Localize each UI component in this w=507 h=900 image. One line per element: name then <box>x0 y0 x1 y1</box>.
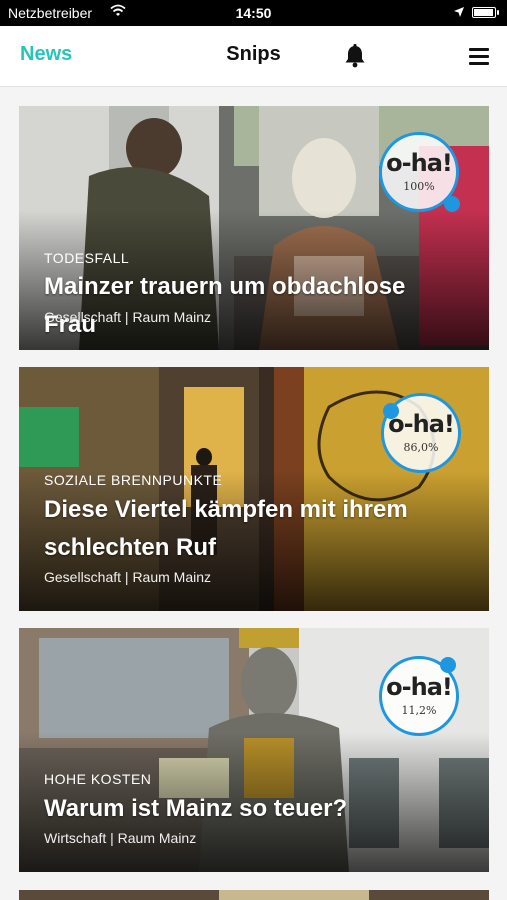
article-category: Gesellschaft | Raum Mainz <box>44 309 212 325</box>
article-title: Warum ist Mainz so teuer? <box>44 795 348 822</box>
rating-indicator-dot <box>444 196 460 212</box>
nav-bar: News Snips <box>0 26 507 87</box>
rating-indicator-dot <box>383 403 399 419</box>
battery-icon <box>472 7 499 18</box>
oha-rating-badge[interactable]: o-ha! 11,2% <box>379 656 459 736</box>
article-kicker: HOHE KOSTEN <box>44 771 152 787</box>
article-kicker: TODESFALL <box>44 250 130 266</box>
article-title: Diese Viertel kämpfen mit ihrem schlecht… <box>44 496 408 561</box>
menu-icon[interactable] <box>469 48 489 65</box>
status-bar: Netzbetreiber 14:50 <box>0 0 507 26</box>
oha-label: o-ha! <box>386 673 453 701</box>
rating-indicator-dot <box>440 657 456 673</box>
article-card[interactable]: HOHE KOSTEN Warum ist Mainz so teuer? Wi… <box>19 628 489 872</box>
article-kicker: SOZIALE BRENNPUNKTE <box>44 472 223 488</box>
article-card[interactable]: TODESFALL Mainzer trauern um obdachlose … <box>19 106 489 350</box>
article-title: Mainzer trauern um obdachlose Frau <box>44 273 406 338</box>
oha-rating-badge[interactable]: o-ha! 86,0% <box>381 393 461 473</box>
oha-percentage: 100% <box>403 180 435 193</box>
article-category: Gesellschaft | Raum Mainz <box>44 569 212 585</box>
article-card[interactable]: SOZIALE BRENNPUNKTE Diese Viertel kämpfe… <box>19 367 489 611</box>
oha-label: o-ha! <box>386 149 453 177</box>
oha-percentage: 11,2% <box>401 704 437 717</box>
clock: 14:50 <box>235 5 272 21</box>
article-image <box>19 890 489 900</box>
oha-percentage: 86,0% <box>403 441 439 454</box>
bell-icon[interactable] <box>344 44 366 68</box>
article-card[interactable] <box>19 890 489 900</box>
oha-rating-badge[interactable]: o-ha! 100% <box>379 132 460 212</box>
location-arrow-icon <box>454 7 464 17</box>
article-category: Wirtschaft | Raum Mainz <box>44 830 197 846</box>
page-title: Snips <box>226 43 281 65</box>
